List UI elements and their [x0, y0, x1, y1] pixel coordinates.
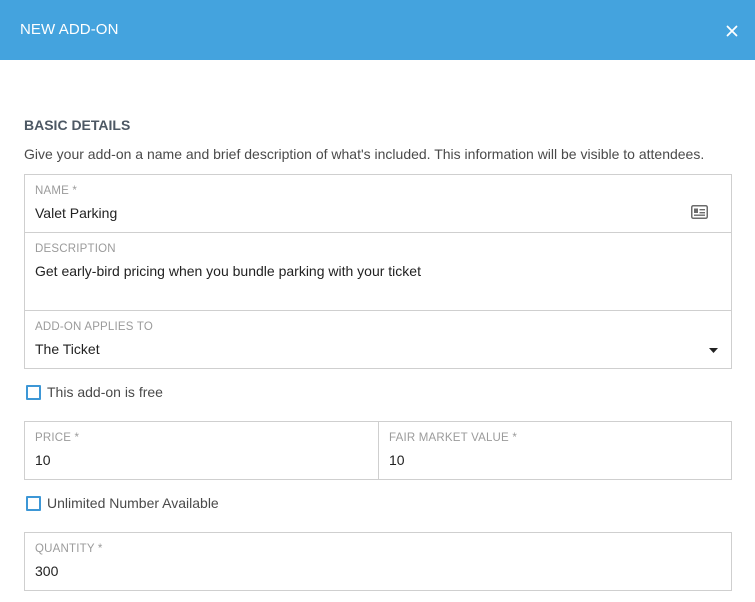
unlimited-checkbox-row[interactable]: Unlimited Number Available	[26, 495, 219, 511]
price-field[interactable]: PRICE * 10	[24, 421, 379, 480]
name-field-value: Valet Parking	[35, 205, 118, 221]
price-field-label: PRICE *	[35, 432, 80, 444]
free-checkbox-label: This add-on is free	[47, 384, 163, 400]
dialog-title: NEW ADD-ON	[20, 21, 119, 38]
quantity-field[interactable]: QUANTITY * 300	[24, 532, 732, 591]
applies-to-select[interactable]: ADD-ON APPLIES TO The Ticket	[24, 310, 732, 369]
unlimited-checkbox-label: Unlimited Number Available	[47, 495, 219, 511]
quantity-field-label: QUANTITY *	[35, 543, 103, 555]
close-button[interactable]	[719, 18, 745, 44]
description-field[interactable]: DESCRIPTION Get early-bird pricing when …	[24, 232, 732, 311]
contact-card-icon[interactable]	[691, 205, 708, 219]
fair-market-value-field[interactable]: FAIR MARKET VALUE * 10	[378, 421, 732, 480]
fair-market-value-label: FAIR MARKET VALUE *	[389, 432, 517, 444]
free-checkbox[interactable]	[26, 384, 41, 400]
name-field[interactable]: NAME * Valet Parking	[24, 174, 732, 233]
section-description: Give your add-on a name and brief descri…	[24, 146, 705, 162]
caret-down-icon	[709, 348, 718, 353]
quantity-field-value: 300	[35, 563, 59, 579]
fair-market-value-value: 10	[389, 452, 405, 468]
applies-to-label: ADD-ON APPLIES TO	[35, 321, 154, 333]
unlimited-checkbox[interactable]	[26, 495, 41, 511]
section-title: BASIC DETAILS	[24, 117, 131, 133]
close-icon	[726, 25, 738, 37]
dialog-header: NEW ADD-ON	[0, 0, 755, 60]
name-field-label: NAME *	[35, 185, 78, 197]
free-checkbox-row[interactable]: This add-on is free	[26, 384, 163, 400]
description-field-value: Get early-bird pricing when you bundle p…	[35, 263, 421, 279]
description-field-label: DESCRIPTION	[35, 243, 116, 255]
applies-to-value: The Ticket	[35, 341, 100, 357]
price-field-value: 10	[35, 452, 51, 468]
